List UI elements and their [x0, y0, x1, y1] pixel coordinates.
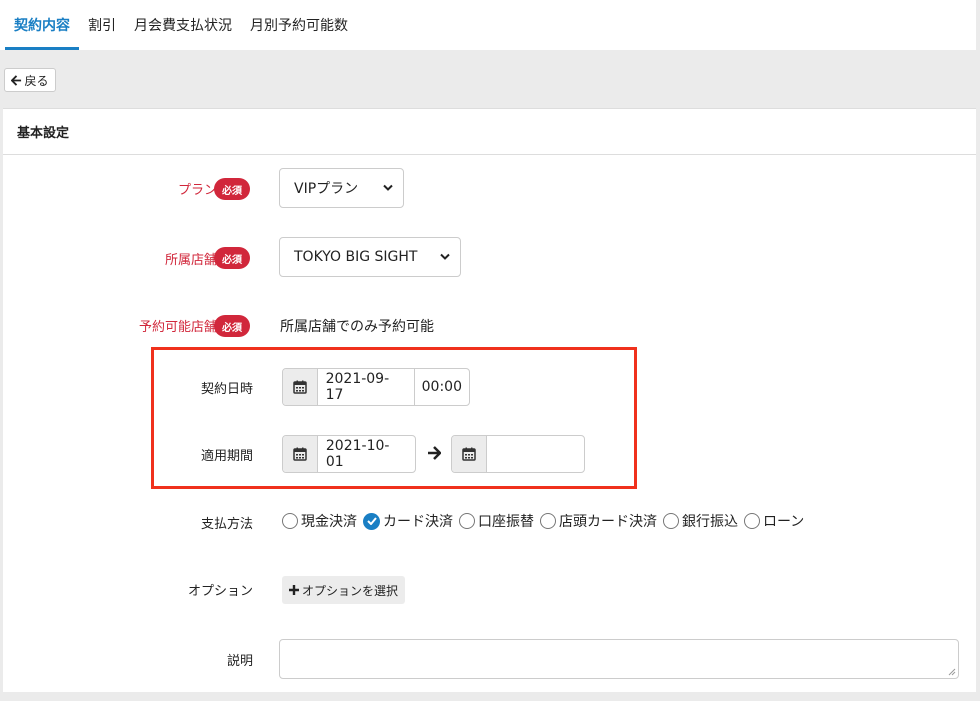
chevron-down-icon [440, 253, 450, 260]
reservable-label: 予約可能店舗 [138, 320, 217, 335]
calendar-icon[interactable] [452, 436, 487, 472]
radio-checked-icon [363, 512, 380, 530]
store-select[interactable]: TOKYO BIG SIGHT [279, 237, 461, 277]
contract-date-picker: 2021-09-17 00:00 [282, 368, 470, 406]
contract-time-input[interactable]: 00:00 [413, 369, 469, 405]
radio-unchecked-icon [540, 513, 556, 529]
payment-radio-group: 現金決済 カード決済 口座振替 店頭カード決済 銀行振込 ローン [282, 511, 810, 531]
options-label: オプション [187, 584, 253, 599]
arrow-left-icon [11, 74, 22, 86]
plan-label: プラン [177, 183, 217, 198]
section-title: 基本設定 [3, 109, 976, 155]
period-end-picker [451, 435, 585, 473]
select-options-button[interactable]: オプションを選択 [282, 576, 406, 604]
store-value: TOKYO BIG SIGHT [294, 249, 418, 265]
payment-option-bank[interactable]: 銀行振込 [663, 511, 738, 531]
required-badge: 必須 [214, 315, 250, 337]
tab-bar: 契約内容 割引 月会費支払状況 月別予約可能数 [0, 0, 976, 50]
tab-monthly-fee-status[interactable]: 月会費支払状況 [125, 0, 241, 50]
required-badge: 必須 [214, 178, 250, 200]
plus-icon [289, 585, 299, 595]
chevron-down-icon [383, 184, 393, 191]
reservable-value: 所属店舗でのみ予約可能 [280, 319, 434, 335]
plan-select[interactable]: VIPプラン [279, 168, 404, 208]
radio-unchecked-icon [744, 513, 760, 529]
description-label: 説明 [226, 654, 253, 669]
radio-unchecked-icon [459, 513, 475, 529]
payment-label: 支払方法 [200, 517, 253, 532]
tab-contract[interactable]: 契約内容 [5, 0, 79, 50]
payment-option-transfer[interactable]: 口座振替 [459, 511, 534, 531]
period-start-picker: 2021-10-01 [282, 435, 416, 473]
store-label: 所属店舗 [164, 253, 217, 268]
period-end-input[interactable] [487, 436, 503, 472]
calendar-icon[interactable] [283, 436, 318, 472]
contract-date-input[interactable]: 2021-09-17 [318, 369, 414, 405]
calendar-icon[interactable] [283, 369, 318, 405]
period-start-input[interactable]: 2021-10-01 [318, 436, 415, 472]
back-button[interactable]: 戻る [4, 68, 56, 92]
plan-value: VIPプラン [294, 181, 359, 197]
arrow-right-icon [428, 446, 441, 460]
radio-unchecked-icon [663, 513, 679, 529]
payment-option-card[interactable]: カード決済 [363, 511, 453, 531]
select-options-label: オプションを選択 [302, 583, 399, 598]
payment-option-instore-card[interactable]: 店頭カード決済 [540, 511, 657, 531]
tab-monthly-reservations[interactable]: 月別予約可能数 [241, 0, 357, 50]
tab-discount[interactable]: 割引 [79, 0, 125, 50]
payment-option-loan[interactable]: ローン [744, 511, 804, 531]
apply-period-label: 適用期間 [200, 449, 253, 464]
radio-unchecked-icon [282, 513, 298, 529]
contract-date-label: 契約日時 [200, 382, 253, 397]
back-label: 戻る [24, 73, 49, 88]
payment-option-cash[interactable]: 現金決済 [282, 511, 357, 531]
description-textarea[interactable] [279, 639, 959, 679]
required-badge: 必須 [214, 247, 250, 269]
resize-handle-icon[interactable] [948, 668, 956, 676]
